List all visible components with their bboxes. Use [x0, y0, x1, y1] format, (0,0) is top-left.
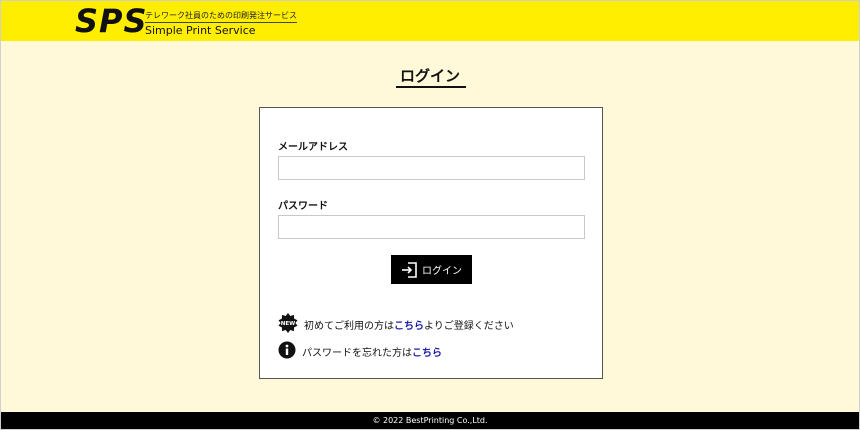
site-footer: © 2022 BestPrinting Co.,Ltd.: [1, 412, 859, 429]
brand-block: テレワーク社員のための印刷発注サービス Simple Print Service: [145, 11, 297, 38]
forgot-password-row: パスワードを忘れた方はこちら: [278, 341, 442, 362]
password-label: パスワード: [278, 201, 328, 212]
new-badge-text: NEW: [281, 321, 295, 327]
email-label: メールアドレス: [278, 142, 348, 153]
login-button[interactable]: ログイン: [391, 255, 472, 284]
new-user-row: NEW 初めてご利用の方はこちらよりご登録ください: [278, 313, 514, 336]
page-title: ログイン: [399, 67, 460, 85]
login-button-label: ログイン: [422, 266, 462, 277]
login-card: メールアドレス パスワード ログイン NEW 初めてご利用の方はこちらよりご登録…: [259, 107, 603, 379]
title-underline: [396, 86, 466, 88]
info-icon: [278, 341, 296, 362]
password-field[interactable]: [278, 215, 585, 239]
tagline: テレワーク社員のための印刷発注サービス: [145, 11, 297, 23]
login-icon: [401, 261, 417, 278]
new-badge-icon: NEW: [278, 313, 298, 336]
forgot-password-link[interactable]: こちら: [412, 348, 442, 359]
sps-logo[interactable]: SPS: [75, 5, 148, 37]
site-header: SPS テレワーク社員のための印刷発注サービス Simple Print Ser…: [1, 1, 859, 41]
register-link[interactable]: こちら: [394, 321, 424, 332]
email-field[interactable]: [278, 156, 585, 180]
new-user-suffix: よりご登録ください: [424, 321, 514, 332]
forgot-password-prefix: パスワードを忘れた方は: [302, 348, 412, 359]
forgot-password-text: パスワードを忘れた方はこちら: [302, 344, 442, 359]
new-user-text: 初めてご利用の方はこちらよりご登録ください: [304, 317, 514, 332]
new-user-prefix: 初めてご利用の方は: [304, 321, 394, 332]
brand-name: Simple Print Service: [145, 24, 256, 37]
